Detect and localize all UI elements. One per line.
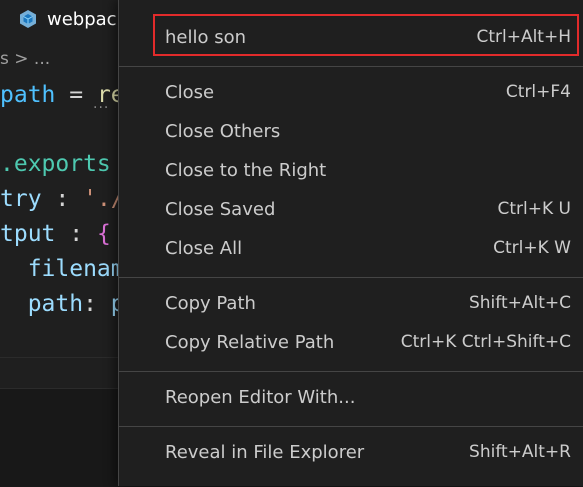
menu-item-reveal-in-file-explorer[interactable]: Reveal in File Explorer Shift+Alt+R <box>119 434 583 473</box>
menu-item-shortcut: Shift+Alt+R <box>469 442 571 462</box>
menu-separator <box>119 371 583 372</box>
highlight-box <box>153 14 579 56</box>
menu-item-reopen-editor-with[interactable]: Reopen Editor With... <box>119 379 583 418</box>
breadcrumb[interactable]: s > ... <box>0 49 50 69</box>
menu-separator <box>119 277 583 278</box>
menu-item-close-saved[interactable]: Close Saved Ctrl+K U <box>119 191 583 230</box>
menu-item-close[interactable]: Close Ctrl+F4 <box>119 74 583 113</box>
menu-item-shortcut: Ctrl+K Ctrl+Shift+C <box>400 332 571 352</box>
webpack-cube-icon <box>20 10 36 28</box>
menu-item-close-to-right[interactable]: Close to the Right <box>119 152 583 191</box>
menu-separator <box>119 426 583 427</box>
menu-item-label: Close Saved <box>165 199 276 220</box>
menu-item-shortcut: Shift+Alt+C <box>468 293 571 313</box>
menu-item-label: Copy Relative Path <box>165 332 335 353</box>
menu-item-label: Close All <box>165 238 243 259</box>
menu-item-shortcut: Ctrl+F4 <box>505 82 571 102</box>
menu-item-label: Reopen Editor With... <box>165 387 356 408</box>
menu-item-close-others[interactable]: Close Others <box>119 113 583 152</box>
ellipsis-hint-icon: ··· <box>93 100 110 116</box>
menu-item-label: Close <box>165 82 215 103</box>
code-line: try : './ <box>0 186 125 212</box>
menu-item-shortcut: Ctrl+K W <box>493 238 571 258</box>
menu-item-copy-relative-path[interactable]: Copy Relative Path Ctrl+K Ctrl+Shift+C <box>119 324 583 363</box>
menu-item-shortcut: Ctrl+K U <box>497 199 572 219</box>
menu-separator <box>119 66 583 67</box>
code-line: .exports <box>0 151 111 177</box>
menu-item-label: Close Others <box>165 121 281 142</box>
context-menu: hello son Ctrl+Alt+H Close Ctrl+F4 Close… <box>118 0 583 486</box>
menu-item-copy-path[interactable]: Copy Path Shift+Alt+C <box>119 285 583 324</box>
tab-label: webpack <box>47 9 127 30</box>
menu-item-close-all[interactable]: Close All Ctrl+K W <box>119 230 583 269</box>
code-line: tput : { <box>0 221 111 247</box>
menu-item-label: Reveal in File Explorer <box>165 442 365 463</box>
menu-item-label: Close to the Right <box>165 160 327 181</box>
menu-item-label: Copy Path <box>165 293 256 314</box>
